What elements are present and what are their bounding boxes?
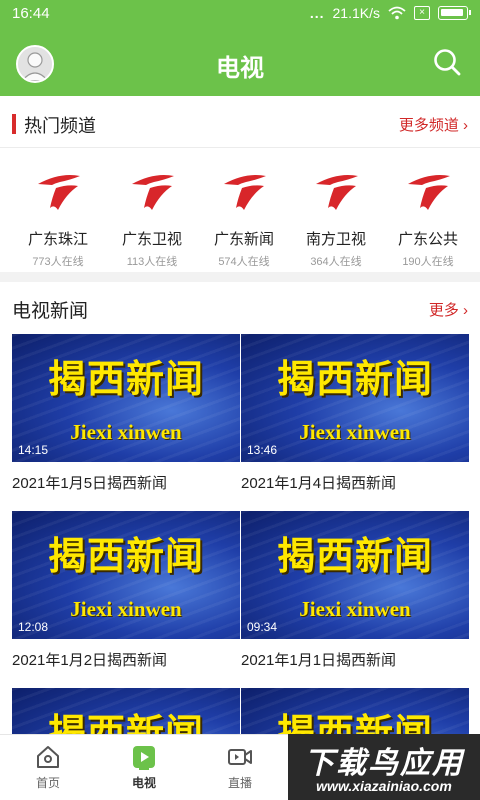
status-dots: ... xyxy=(309,5,325,21)
battery-icon xyxy=(438,6,471,20)
thumb-cn-text: 揭西新闻 xyxy=(276,710,433,734)
gdtv-logo-icon xyxy=(316,175,358,210)
channel-viewers: 113人在线 xyxy=(126,256,178,268)
channel-viewers: 364人在线 xyxy=(310,256,362,268)
thumb-cn-text: 揭西新闻 xyxy=(47,710,204,734)
tab-live[interactable]: 直播 xyxy=(192,735,288,800)
channel-list: 广东珠江 773人在线 广东卫视 113人在线 广东新闻 574人在线 南方卫视… xyxy=(0,158,480,270)
channel-item[interactable]: 广东新闻 574人在线 xyxy=(198,158,290,270)
news-title: 2021年1月4日揭西新闻 xyxy=(241,475,397,492)
news-thumbnail: 揭西新闻 xyxy=(12,688,240,734)
tab-label: 电视 xyxy=(131,776,156,790)
gdtv-logo-icon xyxy=(408,175,450,210)
tab-tv[interactable]: 电视 xyxy=(96,735,192,800)
thumb-en-text: Jiexi xinwen xyxy=(299,420,411,444)
gdtv-logo-icon xyxy=(224,175,266,210)
tv-news-section: 电视新闻 更多 › 揭西新闻 Jiexi xinwen 14:15 2021年1… xyxy=(0,282,480,734)
tab-home[interactable]: 首页 xyxy=(0,735,96,800)
live-video-icon xyxy=(228,749,252,765)
section-accent-bar xyxy=(12,114,16,134)
title-bar: 电视 xyxy=(0,30,480,96)
news-card[interactable]: 揭西新闻 Jiexi xinwen 14:15 2021年1月5日揭西新闻 xyxy=(12,334,240,493)
status-time: 16:44 xyxy=(12,5,50,22)
video-duration: 09:34 xyxy=(247,620,278,634)
news-card[interactable]: 揭西新闻 xyxy=(241,688,469,734)
more-news-link[interactable]: 更多 › xyxy=(429,299,468,320)
news-card[interactable]: 揭西新闻 xyxy=(12,688,240,734)
hot-channels-section: 热门频道 更多频道 › 广东珠江 773人在线 广东卫视 113人在线 广东新闻… xyxy=(0,96,480,272)
news-thumbnail: 揭西新闻 Jiexi xinwen 09:34 xyxy=(241,511,469,639)
home-icon xyxy=(37,746,59,768)
news-title: 2021年1月5日揭西新闻 xyxy=(12,475,168,492)
gdtv-logo-icon xyxy=(132,175,174,210)
app-header-area: 16:44 ... 21.1K/s × 电视 xyxy=(0,0,480,96)
more-channels-link[interactable]: 更多频道 › xyxy=(399,114,468,135)
video-duration: 13:46 xyxy=(247,443,278,457)
news-thumbnail: 揭西新闻 xyxy=(241,688,469,734)
status-indicators: ... 21.1K/s × xyxy=(309,5,471,21)
thumb-cn-text: 揭西新闻 xyxy=(47,356,204,401)
wifi-icon xyxy=(388,6,406,20)
channel-name: 广东公共 xyxy=(397,231,458,248)
thumb-en-text: Jiexi xinwen xyxy=(70,597,182,621)
news-title: 2021年1月2日揭西新闻 xyxy=(12,652,168,669)
hot-channels-header: 热门频道 更多频道 › xyxy=(0,96,480,148)
section-divider xyxy=(0,272,480,282)
channel-item[interactable]: 南方卫视 364人在线 xyxy=(290,158,382,270)
thumb-cn-text: 揭西新闻 xyxy=(276,356,433,401)
thumb-en-text: Jiexi xinwen xyxy=(299,597,411,621)
status-bar: 16:44 ... 21.1K/s × xyxy=(0,0,480,28)
tab-label: 直播 xyxy=(227,776,252,790)
channel-name: 南方卫视 xyxy=(305,231,366,248)
network-speed: 21.1K/s xyxy=(332,5,380,21)
channel-viewers: 190人在线 xyxy=(402,256,454,268)
news-thumbnail: 揭西新闻 Jiexi xinwen 14:15 xyxy=(12,334,240,462)
thumb-cn-text: 揭西新闻 xyxy=(47,533,204,578)
news-card[interactable]: 揭西新闻 Jiexi xinwen 09:34 2021年1月1日揭西新闻 xyxy=(241,511,469,670)
channel-viewers: 574人在线 xyxy=(218,256,270,268)
search-icon[interactable] xyxy=(432,47,462,77)
channel-name: 广东新闻 xyxy=(213,231,274,248)
tv-play-icon xyxy=(133,746,155,770)
tv-news-title: 电视新闻 xyxy=(12,301,89,322)
news-card[interactable]: 揭西新闻 Jiexi xinwen 13:46 2021年1月4日揭西新闻 xyxy=(241,334,469,493)
news-thumbnail: 揭西新闻 Jiexi xinwen 12:08 xyxy=(12,511,240,639)
channel-item[interactable]: 广东公共 190人在线 xyxy=(382,158,474,270)
video-duration: 12:08 xyxy=(18,620,49,634)
gdtv-logo-icon xyxy=(38,175,80,210)
tab-label: 首页 xyxy=(35,776,60,790)
channel-name: 广东卫视 xyxy=(121,231,182,248)
thumb-en-text: Jiexi xinwen xyxy=(70,420,182,444)
news-title: 2021年1月1日揭西新闻 xyxy=(241,652,397,669)
no-sim-icon: × xyxy=(414,6,430,20)
channel-viewers: 773人在线 xyxy=(32,256,84,268)
watermark-url: www.xiazainiao.com xyxy=(316,778,452,794)
channel-item[interactable]: 广东珠江 773人在线 xyxy=(12,158,104,270)
channel-item[interactable]: 广东卫视 113人在线 xyxy=(106,158,198,270)
hot-channels-title: 热门频道 xyxy=(24,116,96,136)
thumb-cn-text: 揭西新闻 xyxy=(276,533,433,578)
watermark-logo: 下载鸟应用 www.xiazainiao.com xyxy=(288,734,480,800)
page-title: 电视 xyxy=(216,55,264,82)
channel-name: 广东珠江 xyxy=(27,231,88,248)
news-card[interactable]: 揭西新闻 Jiexi xinwen 12:08 2021年1月2日揭西新闻 xyxy=(12,511,240,670)
news-thumbnail: 揭西新闻 Jiexi xinwen 13:46 xyxy=(241,334,469,462)
video-duration: 14:15 xyxy=(18,443,49,457)
watermark-main: 下载鸟应用 xyxy=(304,747,464,780)
